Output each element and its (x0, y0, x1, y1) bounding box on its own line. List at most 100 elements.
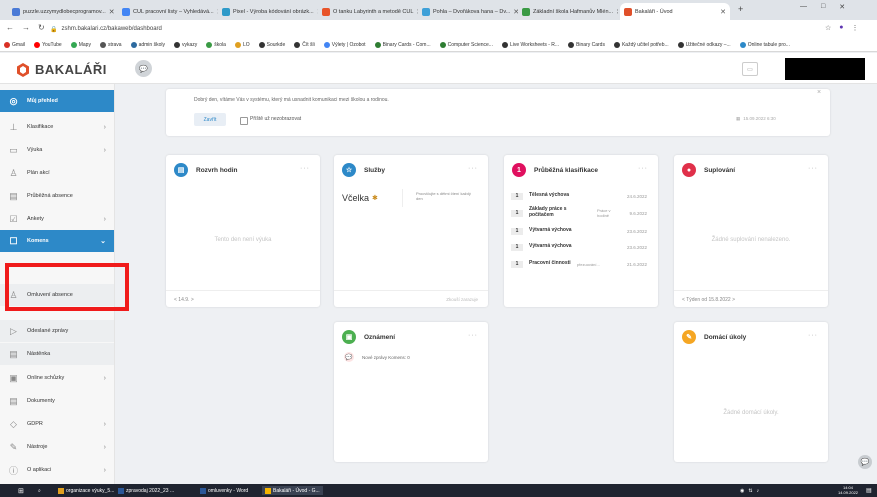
sidebar-item[interactable]: ☑ Ankety › (0, 208, 114, 230)
dont-show-checkbox[interactable] (240, 117, 248, 125)
close-banner-button[interactable]: Zavřít (194, 113, 226, 126)
menu-icon[interactable]: ⋮ (852, 24, 859, 32)
maximize-icon[interactable]: □ (821, 3, 825, 11)
star-icon[interactable]: ☆ (825, 24, 831, 32)
sidebar-item[interactable]: ♙ Plán akcí (0, 162, 114, 184)
divider (166, 290, 320, 291)
more-icon[interactable]: ··· (808, 165, 818, 172)
tray-icon[interactable]: ◉ (740, 488, 744, 494)
app-logo[interactable]: BAKALÁŘI (16, 62, 107, 77)
sidebar-item[interactable]: ▭ Výuka › (0, 139, 114, 161)
sidebar-item[interactable]: ◎ Můj přehled (0, 90, 114, 112)
message-icon[interactable]: ▭ (742, 62, 758, 76)
sidebar-item[interactable]: ⊥ Klasifikace › (0, 116, 114, 138)
day-nav[interactable]: < 14.9. > (174, 297, 194, 303)
bookmark-item[interactable]: admin školy (130, 41, 165, 48)
tray-icon[interactable]: ⇅ (748, 488, 752, 494)
taskbar-app[interactable]: omluvenky - Word (200, 486, 248, 495)
taskbar-app[interactable]: Bakaláři - Úvod - G... (262, 486, 323, 495)
volume-icon[interactable]: ♪ (757, 488, 760, 494)
sidebar-item[interactable]: ▤ Nástěnka (0, 343, 114, 365)
komens-shortcut-icon[interactable]: 💬 (135, 60, 152, 77)
grade-row[interactable]: 1 Tělesná výchova 24.6.2022 (511, 190, 647, 202)
grade-badge: 1 (511, 192, 523, 200)
bookmark-item[interactable]: Online tabule pro... (739, 41, 790, 48)
grade-badge: 1 (511, 209, 523, 217)
new-tab-button[interactable]: + (738, 4, 743, 14)
sidebar-item[interactable]: ▤ Průběžná absence (0, 185, 114, 207)
sidebar-item[interactable]: ▷ Odeslané zprávy (0, 320, 114, 342)
bookmark-item[interactable]: Gmail (4, 41, 25, 48)
grade-row[interactable]: 1 Základy práce s počítačem Práce v hodině… (511, 205, 647, 221)
bookmark-item[interactable]: Computer Science... (439, 41, 493, 48)
bookmark-item[interactable]: Výlety | Ozobot (323, 41, 366, 48)
browser-tab[interactable]: Pohla – Dvořákova hana – Dv... ✕ (418, 3, 518, 20)
empty-message: Žádné suplování nenalezeno. (711, 237, 791, 243)
grade-icon: 1 (512, 163, 526, 177)
profile-icon[interactable]: ● (839, 24, 843, 32)
search-icon[interactable]: ⌕ (38, 486, 41, 495)
card-header: ▤ Rozvrh hodin (174, 163, 238, 177)
sidebar-item[interactable]: ☐ Komens ⌄ (0, 230, 114, 252)
bookmark-item[interactable]: Live Worksheets - R... (501, 41, 559, 48)
browser-tab-active[interactable]: Bakaláři - Úvod ✕ (620, 3, 730, 20)
browser-tab[interactable]: puzzle.uzzymydlobecprogramov... ✕ (8, 3, 118, 20)
bookmark-item[interactable]: strava (99, 41, 122, 48)
bookmark-item[interactable]: YouTube (34, 41, 62, 48)
vcelka-link[interactable]: Včelka ✱ (342, 193, 378, 203)
vcelka-description: Procvičujte s dětmi čtení každý den (416, 191, 471, 202)
list-item[interactable]: 💬 Nové zprávy Komens: 0 (344, 352, 410, 362)
user-avatar-redacted[interactable] (785, 58, 865, 80)
chevron-icon: › (103, 123, 106, 131)
card-rozvrh: ▤ Rozvrh hodin ··· Tento den není výuka <… (166, 155, 320, 307)
sidebar-item[interactable]: ▣ Online schůzky › (0, 367, 114, 389)
browser-tab[interactable]: Základní škola Hafmanův Mlén...✕ (518, 3, 618, 20)
reload-icon[interactable]: ↻ (38, 23, 45, 32)
bookmark-item[interactable]: Užitečné odkazy –... (677, 41, 731, 48)
bookmark-item[interactable]: Binary Cards - Com... (374, 41, 431, 48)
week-nav[interactable]: < Týden od 15.8.2022 > (682, 297, 735, 303)
book-icon: ▭ (9, 144, 18, 155)
sidebar-item[interactable]: ◇ GDPR › (0, 413, 114, 435)
notification-icon[interactable]: ▤ (866, 486, 872, 495)
bookmark-item[interactable]: Sourkde (258, 41, 285, 48)
sidebar-item[interactable]: ▤ Dokumenty (0, 390, 114, 412)
close-icon[interactable]: ✕ (720, 8, 726, 16)
bookmark-item[interactable]: Každý učitel potřeb... (613, 41, 669, 48)
url-field[interactable]: 🔒 zshm.bakalari.cz/bakaweb/dashboard (50, 23, 820, 35)
windows-start-icon[interactable]: ⊞ (18, 486, 24, 495)
more-icon[interactable]: ··· (468, 332, 478, 339)
taskbar-app[interactable]: zpravodaj 2022_23 ... (118, 486, 174, 495)
bookmark-item[interactable]: LO (234, 41, 250, 48)
dashboard-icon: ◎ (9, 95, 18, 106)
more-icon[interactable]: ··· (300, 165, 310, 172)
more-icon[interactable]: ··· (638, 165, 648, 172)
grade-row[interactable]: 1 Výtvarná výchova 23.6.2022 (511, 241, 647, 253)
browser-tab[interactable]: O tanku Labyrinth a metodě CUL✕ (318, 3, 418, 20)
card-sluzby: ☆ Služby ··· Včelka ✱ Procvičujte s dětmi … (334, 155, 488, 307)
window-close-icon[interactable]: ✕ (839, 3, 845, 11)
bookmark-item[interactable]: vykazy (173, 41, 197, 48)
browser-tab[interactable]: CUL pracovní listy – Vyhledává...✕ (118, 3, 218, 20)
chat-bubble-icon[interactable]: 💬 (858, 455, 872, 469)
bookmark-item[interactable]: Čít šli (294, 41, 315, 48)
clock[interactable]: 14:04 14.09.2022 (838, 485, 858, 496)
sidebar-item[interactable]: ⓘ O aplikaci › (0, 459, 114, 481)
browser-tab[interactable]: Pixel - Výroba kódování obrázk...✕ (218, 3, 318, 20)
card-footer[interactable]: Zkouší zarazuje (446, 297, 478, 302)
grade-row[interactable]: 1 Pracovní činnosti přezuování... 21.6.2022 (511, 258, 647, 270)
bookmark-item[interactable]: škola (206, 41, 226, 48)
taskbar-app[interactable]: organizace výuky_5... (58, 486, 114, 495)
back-arrow-icon[interactable]: ← (6, 23, 14, 32)
banner-close-icon[interactable]: × (817, 89, 821, 96)
minimize-icon[interactable]: — (800, 3, 807, 11)
more-icon[interactable]: ··· (808, 332, 818, 339)
grade-row[interactable]: 1 Výtvarná výchova 23.6.2022 (511, 225, 647, 237)
bookmark-item[interactable]: Binary Cards (568, 41, 605, 48)
more-icon[interactable]: ··· (468, 165, 478, 172)
forward-arrow-icon[interactable]: → (22, 23, 30, 32)
close-icon[interactable]: ✕ (616, 8, 618, 16)
bookmark-item[interactable]: Mapy (70, 41, 91, 48)
close-icon[interactable]: ✕ (109, 8, 115, 16)
sidebar-item[interactable]: ✎ Nástroje › (0, 436, 114, 458)
